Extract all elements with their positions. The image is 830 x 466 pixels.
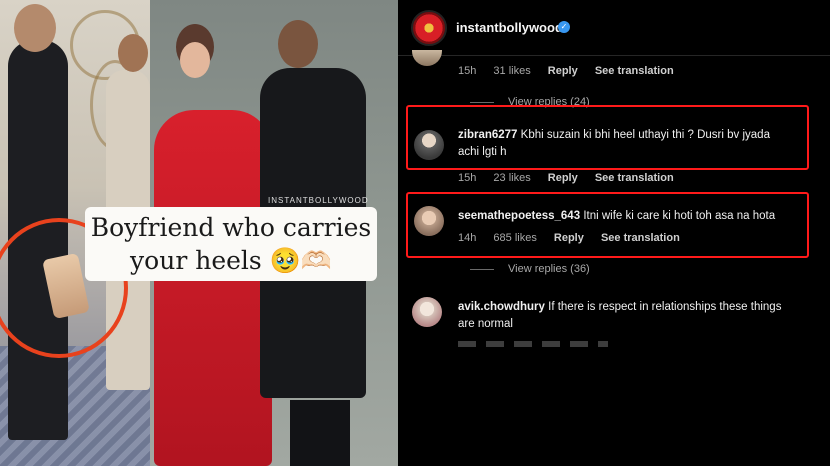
verified-badge-icon: ✓ — [558, 21, 570, 33]
black-area — [398, 347, 830, 466]
comment-meta: 14h 685 likes Reply See translation — [458, 232, 694, 244]
profile-avatar[interactable] — [411, 10, 447, 46]
comment-time: 15h — [458, 172, 477, 184]
view-replies-button[interactable]: View replies (36) — [470, 263, 590, 275]
watermark: INSTANTBOLLYWOOD — [268, 196, 369, 205]
comment-text: Itni wife ki care ki hoti toh asa na hot… — [583, 210, 776, 222]
comment-likes[interactable]: 23 likes — [493, 172, 530, 184]
comment-username[interactable]: seemathepoetess_643 — [458, 210, 580, 222]
comment-username[interactable]: zibran6277 — [458, 129, 517, 141]
man2-head — [118, 34, 148, 72]
comment-avatar[interactable] — [414, 206, 444, 236]
comment-body: zibran6277 Kbhi suzain ki bhi heel uthay… — [458, 127, 808, 161]
comment-avatar[interactable] — [414, 130, 444, 160]
reply-button[interactable]: Reply — [548, 65, 578, 77]
post-media: INSTANTBOLLYWOOD Boyfriend who carries y… — [0, 0, 398, 466]
comment-body: avik.chowdhury If there is respect in re… — [458, 299, 818, 333]
comment-time: 14h — [458, 232, 477, 244]
highlight-box — [406, 192, 809, 258]
red-dress — [154, 110, 272, 466]
comment-likes[interactable]: 685 likes — [493, 232, 536, 244]
see-translation-link[interactable]: See translation — [595, 65, 674, 77]
comment-text: If there is respect in relationships the… — [548, 301, 782, 313]
comments-panel: instantbollywood ✓ 15h 31 likes Reply Se… — [398, 0, 830, 347]
reply-button[interactable]: Reply — [548, 172, 578, 184]
comment-likes[interactable]: 31 likes — [493, 65, 530, 77]
see-translation-link[interactable]: See translation — [595, 172, 674, 184]
see-translation-link[interactable]: See translation — [601, 232, 680, 244]
comment-avatar[interactable] — [412, 297, 442, 327]
post-header: instantbollywood ✓ — [398, 0, 830, 56]
header-username[interactable]: instantbollywood — [456, 20, 563, 35]
comment-text: Kbhi suzain ki bhi heel uthayi thi ? Dus… — [520, 129, 770, 141]
woman-face — [180, 42, 210, 78]
reply-button[interactable]: Reply — [554, 232, 584, 244]
caption-line-2: your heels 🥹🫶🏻 — [130, 246, 332, 275]
comment-text-cont: achi lgti h — [458, 146, 507, 158]
man3-head — [278, 20, 318, 68]
comment-text-cont: are normal — [458, 318, 513, 330]
caption-line-1: Boyfriend who carries — [90, 213, 372, 242]
comment-time: 15h — [458, 65, 477, 77]
man-legs — [290, 400, 350, 466]
comment-meta: 15h 31 likes Reply See translation — [458, 65, 688, 77]
comment-avatar[interactable] — [412, 50, 442, 66]
comment-username[interactable]: avik.chowdhury — [458, 301, 545, 313]
comment-body: seemathepoetess_643 Itni wife ki care ki… — [458, 208, 808, 225]
man-head — [14, 4, 56, 52]
comment-meta: 15h 23 likes Reply See translation — [458, 172, 688, 184]
caption-box: Boyfriend who carries your heels 🥹🫶🏻 — [85, 207, 377, 281]
